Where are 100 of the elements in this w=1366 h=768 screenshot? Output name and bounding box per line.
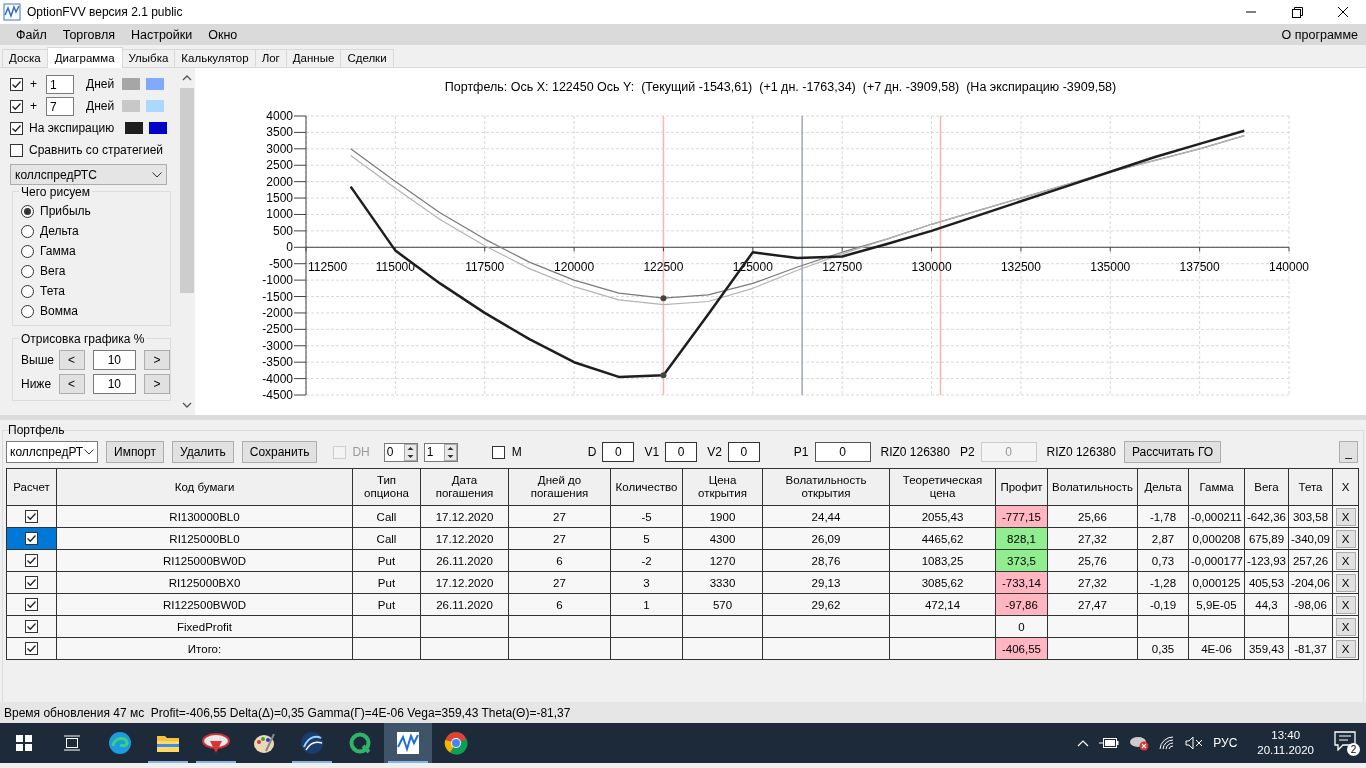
column-header[interactable]: Количество bbox=[610, 468, 683, 506]
selection-cell[interactable] bbox=[6, 505, 57, 528]
checkbox[interactable] bbox=[10, 99, 23, 113]
column-header[interactable]: Дельта bbox=[1137, 468, 1189, 506]
selection-cell[interactable] bbox=[6, 527, 57, 550]
calc-button[interactable]: Рассчитать ГО bbox=[1123, 441, 1222, 463]
column-header[interactable]: Дней до погашения bbox=[508, 468, 611, 506]
column-header[interactable]: Теоретическая цена bbox=[889, 468, 996, 506]
input-field[interactable]: 0 bbox=[727, 442, 760, 462]
speaker-muted-icon[interactable] bbox=[1185, 736, 1204, 750]
language-indicator[interactable]: РУС bbox=[1213, 736, 1238, 750]
column-header[interactable]: Профит bbox=[995, 468, 1048, 506]
checkbox[interactable] bbox=[25, 553, 38, 567]
increase-button[interactable]: > bbox=[144, 374, 170, 394]
radio-button[interactable] bbox=[21, 204, 34, 218]
selection-cell[interactable] bbox=[6, 637, 57, 660]
up-down-arrows-icon[interactable] bbox=[403, 443, 417, 461]
value-field[interactable]: 10 bbox=[92, 374, 137, 394]
column-header[interactable]: Вега bbox=[1244, 468, 1289, 506]
battery-icon[interactable] bbox=[1099, 737, 1120, 749]
folder-icon[interactable] bbox=[156, 733, 180, 753]
toolbar-button[interactable]: Импорт bbox=[106, 441, 164, 463]
remove-button[interactable]: X bbox=[1335, 507, 1356, 526]
checkbox[interactable] bbox=[25, 619, 38, 633]
days-field[interactable]: 1 bbox=[46, 74, 74, 94]
input-field[interactable]: 0 bbox=[665, 442, 698, 462]
checkbox[interactable] bbox=[10, 77, 23, 91]
clock[interactable]: 13:40 20.11.2020 bbox=[1257, 728, 1314, 758]
decrease-button[interactable]: < bbox=[58, 350, 85, 370]
column-header[interactable]: Дата погашения bbox=[420, 468, 509, 506]
color-swatch[interactable] bbox=[146, 100, 164, 112]
color-swatch[interactable] bbox=[122, 100, 140, 112]
wifi-icon[interactable] bbox=[1159, 736, 1176, 750]
checkbox[interactable] bbox=[10, 121, 23, 135]
checkbox[interactable] bbox=[25, 597, 38, 611]
radio-button[interactable] bbox=[21, 224, 34, 238]
ring-icon[interactable] bbox=[348, 731, 372, 755]
notification-icon[interactable] bbox=[1334, 731, 1356, 751]
radio-button[interactable] bbox=[21, 244, 34, 258]
radio-button[interactable] bbox=[21, 304, 34, 318]
scrollbar-thumb[interactable] bbox=[180, 88, 194, 293]
column-header[interactable]: Гамма bbox=[1188, 468, 1245, 506]
network-error-icon[interactable] bbox=[1129, 735, 1150, 751]
chevron-down-icon[interactable] bbox=[182, 401, 192, 409]
remove-button[interactable]: X bbox=[1335, 639, 1356, 658]
menu-item[interactable]: Окно bbox=[200, 27, 246, 42]
days-field[interactable]: 7 bbox=[46, 96, 74, 116]
increase-button[interactable]: > bbox=[144, 350, 170, 370]
palette-icon[interactable] bbox=[252, 731, 276, 755]
radio-button[interactable] bbox=[21, 284, 34, 298]
color-swatch[interactable] bbox=[125, 122, 143, 134]
circle-icon[interactable] bbox=[444, 731, 468, 755]
column-header[interactable]: X bbox=[1332, 468, 1359, 506]
tab[interactable]: Диаграмма bbox=[46, 47, 123, 68]
menu-item[interactable]: Файл bbox=[8, 27, 55, 42]
menu-item[interactable]: Торговля bbox=[54, 27, 123, 42]
collapse-button[interactable]: _ bbox=[1339, 441, 1358, 463]
column-header[interactable]: Волатильность открытия bbox=[762, 468, 890, 506]
chevron-up-icon[interactable] bbox=[182, 74, 192, 82]
checkbox[interactable] bbox=[491, 445, 505, 459]
selection-cell[interactable] bbox=[6, 549, 57, 572]
up-down-arrows-icon[interactable] bbox=[443, 443, 457, 461]
checkbox[interactable] bbox=[10, 143, 23, 157]
menu-item[interactable]: Настройки bbox=[122, 27, 201, 42]
remove-button[interactable]: X bbox=[1335, 529, 1356, 548]
column-header[interactable]: Расчет bbox=[6, 468, 57, 506]
ellipse-icon[interactable] bbox=[202, 731, 230, 755]
color-swatch[interactable] bbox=[146, 78, 164, 90]
input-field[interactable]: 0 bbox=[814, 442, 871, 462]
column-header[interactable]: Код бумаги bbox=[56, 468, 353, 506]
four-squares-icon[interactable] bbox=[15, 734, 33, 752]
selection-cell[interactable] bbox=[6, 571, 57, 594]
column-header[interactable]: Волатильность bbox=[1047, 468, 1138, 506]
value-field[interactable]: 10 bbox=[92, 350, 137, 370]
tab[interactable]: Калькулятор bbox=[174, 49, 256, 67]
swirl-icon[interactable] bbox=[108, 731, 132, 755]
globe-icon[interactable] bbox=[300, 731, 324, 755]
toolbar-button[interactable]: Сохранить bbox=[241, 441, 318, 463]
strategy-dropdown[interactable]: коллспредРТС bbox=[10, 164, 167, 185]
checkbox[interactable] bbox=[25, 509, 38, 523]
tab[interactable]: Данные bbox=[285, 49, 342, 67]
checkbox[interactable] bbox=[25, 575, 38, 589]
remove-button[interactable]: X bbox=[1335, 617, 1356, 636]
color-swatch[interactable] bbox=[149, 122, 167, 134]
checkbox[interactable] bbox=[25, 531, 38, 545]
remove-button[interactable]: X bbox=[1335, 551, 1356, 570]
tab[interactable]: Доска bbox=[2, 49, 48, 67]
column-header[interactable]: Тета bbox=[1288, 468, 1333, 506]
column-header[interactable]: Тип опциона bbox=[352, 468, 421, 506]
selection-cell[interactable] bbox=[6, 615, 57, 638]
chart-icon[interactable] bbox=[396, 731, 420, 755]
strategy-dropdown[interactable]: коллспредРТ bbox=[6, 441, 98, 463]
selection-cell[interactable] bbox=[6, 593, 57, 616]
menu-item[interactable]: О программе bbox=[1273, 27, 1366, 42]
remove-button[interactable]: X bbox=[1335, 595, 1356, 614]
color-swatch[interactable] bbox=[122, 78, 140, 90]
number-spinner[interactable]: 0 bbox=[383, 442, 418, 462]
decrease-button[interactable]: < bbox=[58, 374, 85, 394]
checkbox[interactable] bbox=[25, 641, 38, 655]
radio-button[interactable] bbox=[21, 264, 34, 278]
